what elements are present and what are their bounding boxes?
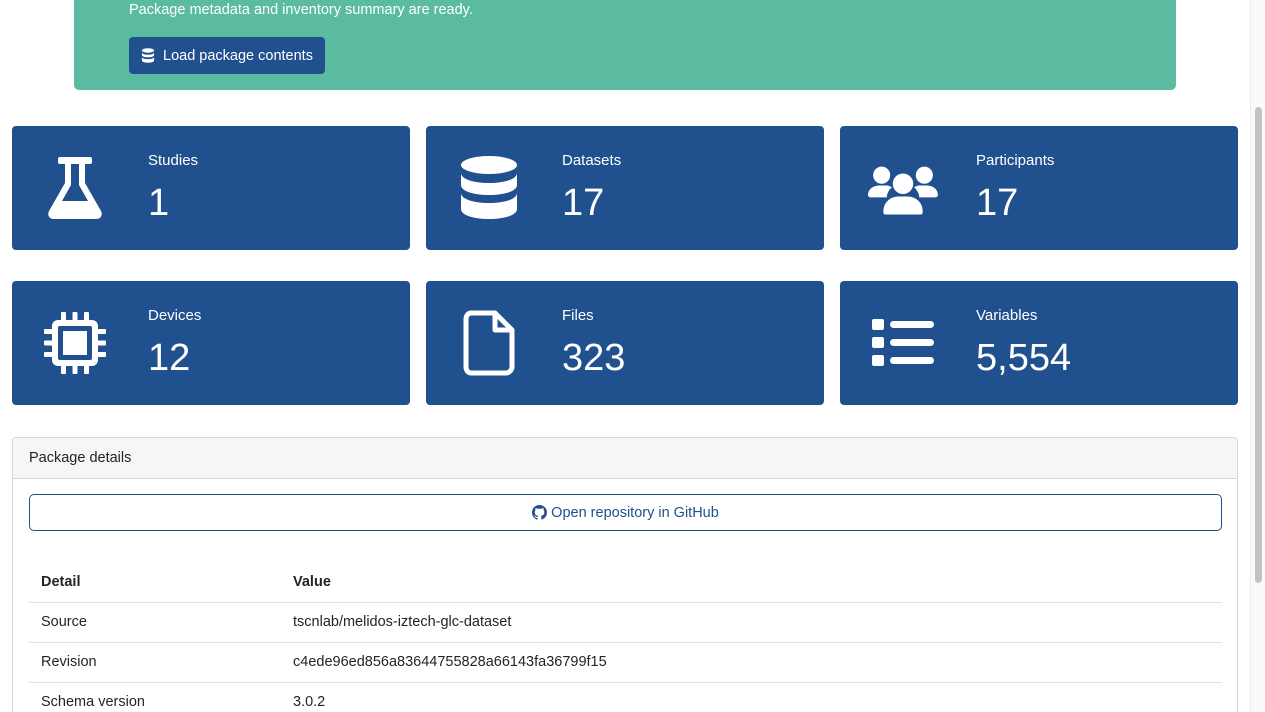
stat-value: 1	[148, 182, 170, 224]
package-details-panel: Package details Open repository in GitHu…	[12, 437, 1238, 712]
list-icon	[868, 308, 938, 378]
scrollbar-thumb[interactable]	[1255, 107, 1262, 583]
page-scrollbar[interactable]	[1250, 0, 1265, 712]
page: Package metadata and inventory summary a…	[0, 0, 1265, 712]
github-button-label: Open repository in GitHub	[551, 504, 719, 521]
stat-value: 5,554	[976, 337, 1072, 379]
detail-cell: Source	[29, 602, 281, 643]
stat-value: 323	[562, 337, 626, 379]
table-row: Source tscnlab/melidos-iztech-glc-datase…	[29, 602, 1222, 643]
flask-icon	[40, 153, 110, 223]
table-row: Schema version 3.0.2	[29, 682, 1222, 712]
stat-card-participants: Participants 17	[840, 126, 1238, 250]
detail-cell: Revision	[29, 642, 281, 683]
table-header-row: Detail Value	[29, 562, 1222, 603]
detail-cell: Schema version	[29, 682, 281, 712]
stat-card-variables: Variables 5,554	[840, 281, 1238, 405]
value-cell: 3.0.2	[281, 682, 1222, 712]
database-icon	[141, 48, 155, 63]
file-icon	[454, 308, 524, 378]
load-button-label: Load package contents	[163, 47, 313, 64]
value-cell: tscnlab/melidos-iztech-glc-dataset	[281, 602, 1222, 643]
column-header: Value	[281, 562, 1222, 603]
alert-message: Package metadata and inventory summary a…	[129, 2, 473, 18]
database-icon	[454, 153, 524, 223]
microchip-icon	[40, 308, 110, 378]
package-details-table: Detail Value Source tscnlab/melidos-izte…	[29, 562, 1222, 712]
column-header: Detail	[29, 562, 281, 603]
stat-card-devices: Devices 12	[12, 281, 410, 405]
stat-value: 17	[976, 182, 1019, 224]
stat-label: Files	[562, 307, 594, 324]
panel-title: Package details	[13, 438, 1237, 479]
stat-value: 12	[148, 337, 191, 379]
stat-card-datasets: Datasets 17	[426, 126, 824, 250]
stat-label: Variables	[976, 307, 1038, 324]
load-package-contents-button[interactable]: Load package contents	[129, 37, 325, 74]
stat-label: Participants	[976, 152, 1055, 169]
users-icon	[868, 153, 938, 223]
open-github-button[interactable]: Open repository in GitHub	[29, 494, 1222, 531]
github-icon	[532, 505, 548, 520]
stat-card-files: Files 323	[426, 281, 824, 405]
stat-value: 17	[562, 182, 605, 224]
stat-label: Datasets	[562, 152, 622, 169]
table-row: Revision c4ede96ed856a83644755828a66143f…	[29, 642, 1222, 683]
ready-alert: Package metadata and inventory summary a…	[74, 0, 1176, 90]
value-cell: c4ede96ed856a83644755828a66143fa36799f15	[281, 642, 1222, 683]
stat-label: Devices	[148, 307, 202, 324]
stat-card-studies: Studies 1	[12, 126, 410, 250]
stat-label: Studies	[148, 152, 199, 169]
